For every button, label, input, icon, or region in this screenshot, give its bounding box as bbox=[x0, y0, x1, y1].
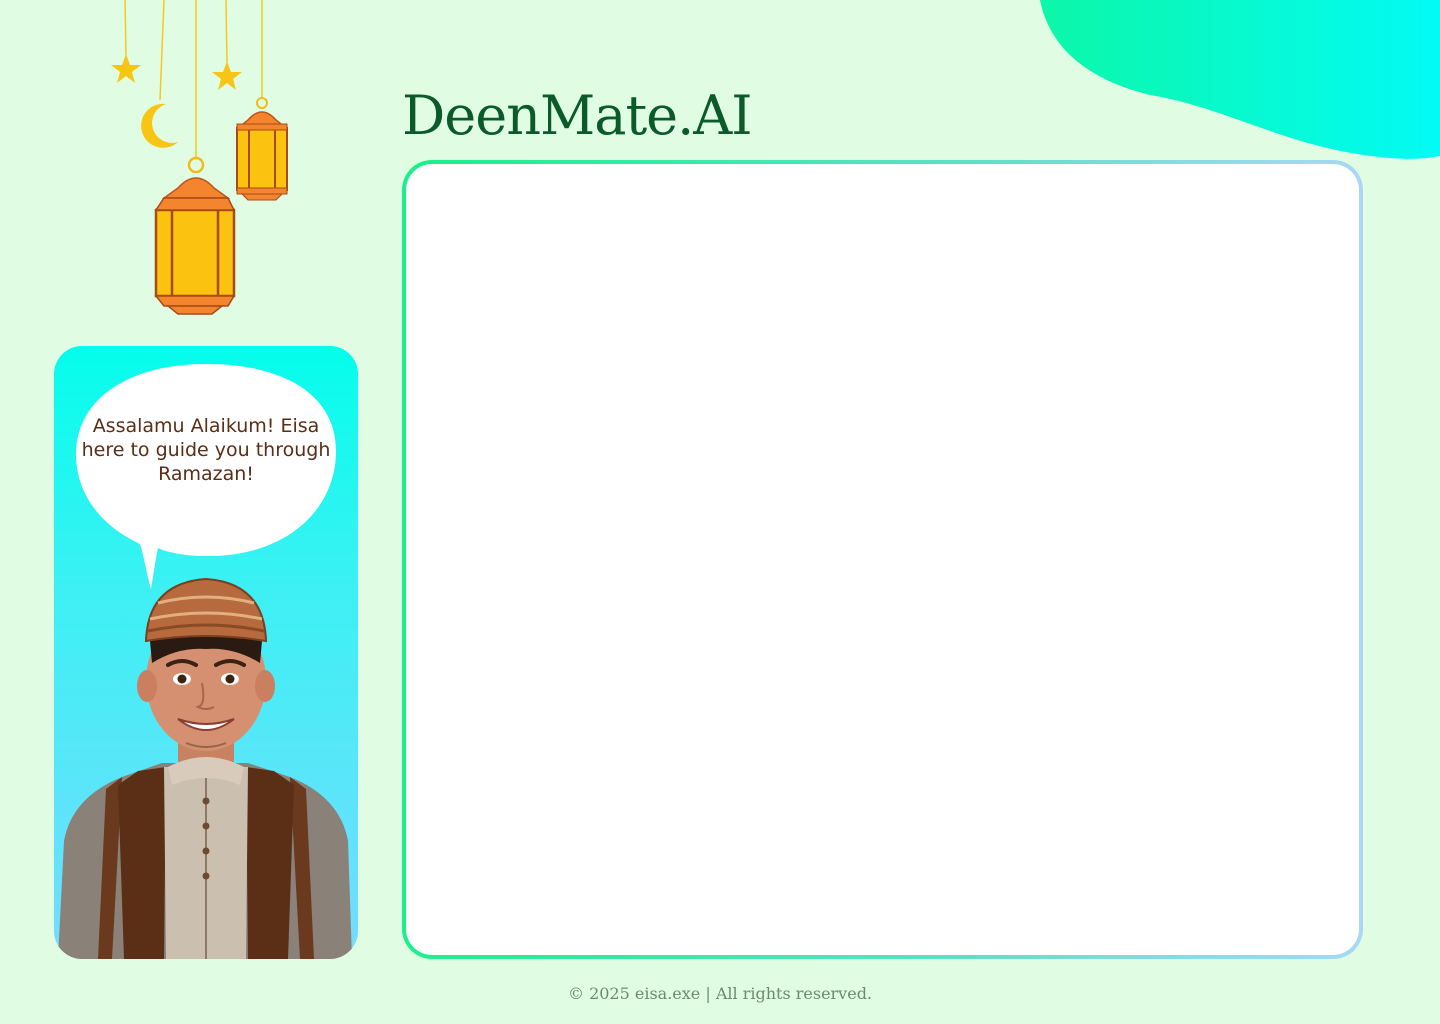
mascot-greeting: Assalamu Alaikum! Eisa here to guide you… bbox=[81, 415, 331, 485]
app-title: DeenMate.AI bbox=[402, 84, 753, 147]
hanging-lanterns-decoration bbox=[111, 0, 289, 315]
page: DeenMate.AI Assalamu Alaikum! Eisa here … bbox=[0, 0, 1440, 1024]
hanging-star-icon bbox=[212, 0, 242, 90]
mascot-card: Assalamu Alaikum! Eisa here to guide you… bbox=[54, 346, 358, 959]
lantern-icon bbox=[154, 0, 236, 315]
footer-copyright: © 2025 eisa.exe | All rights reserved. bbox=[567, 984, 873, 1003]
crescent-moon-icon bbox=[141, 0, 178, 148]
chat-content-area[interactable] bbox=[406, 164, 1359, 955]
mascot-avatar bbox=[58, 577, 352, 959]
chat-panel bbox=[402, 160, 1363, 959]
lantern-icon bbox=[235, 0, 289, 201]
hanging-star-icon bbox=[111, 0, 141, 83]
